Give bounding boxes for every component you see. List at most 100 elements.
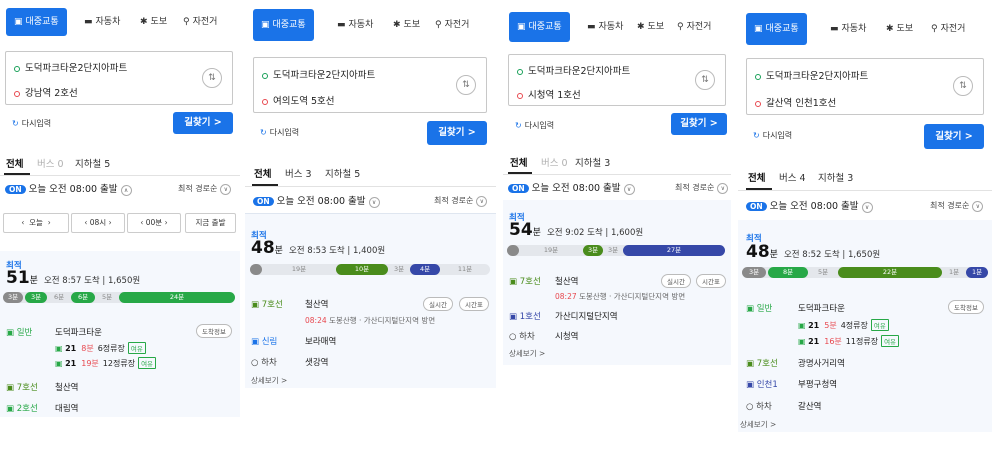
minute-picker[interactable]: ‹ 00분 › — [127, 213, 181, 233]
timetable-button[interactable]: 시간표 — [696, 274, 726, 288]
mode-walk[interactable]: ✱ 도보 — [140, 8, 167, 36]
sort-selector[interactable]: 최적 경로순 ∨ — [434, 195, 488, 207]
detail-link[interactable]: 상세보기 > — [740, 419, 776, 430]
arrival-info-button[interactable]: 도착정보 — [196, 324, 232, 338]
mode-transit[interactable]: ▣ 대중교통 — [746, 13, 807, 45]
sort-selector[interactable]: 최적 경로순 ∨ — [178, 183, 232, 195]
destination-field[interactable]: 여의도역 5호선 — [262, 93, 335, 107]
origin-field[interactable]: 도덕파크타운2단지아파트 — [755, 68, 868, 82]
tab-all[interactable]: 전체 — [510, 155, 527, 169]
route-card[interactable]: 최적 54분 오전 9:02 도착 | 1,600원 19분 3분 3분 27분 … — [503, 200, 731, 365]
time-bar: 19분 10분 3분 4분 11분 — [250, 264, 490, 275]
bus-icon: ▣ — [14, 17, 23, 27]
realtime-button[interactable]: 실시간 — [423, 297, 453, 311]
find-route-button[interactable]: 길찾기 > — [924, 124, 984, 149]
reset-button[interactable]: ↻ 다시입력 — [12, 118, 51, 129]
divider — [245, 186, 496, 187]
route-card[interactable]: 최적 51분 오전 8:57 도착 | 1,650원 3분 3분 6분 6분 5분… — [0, 251, 240, 417]
departure-selector[interactable]: ON 오늘 오전 08:00 출발 ∨ — [253, 193, 380, 208]
swap-icon[interactable]: ⇅ — [953, 76, 973, 96]
leg-subway: ▣ 7호선 — [509, 277, 541, 287]
leg-getoff: ○ 하차 — [746, 402, 772, 412]
bus-arrival: ▣ 21 16분 11정류장 여유 — [798, 335, 900, 347]
leg-subway: ▣ 2호선 — [6, 404, 38, 414]
stop-name: 시청역 — [555, 332, 579, 342]
mode-walk[interactable]: ✱ 도보 — [886, 13, 913, 45]
mode-transit[interactable]: ▣ 대중교통 — [253, 9, 314, 41]
subway-segment: 24분 — [119, 292, 235, 303]
find-route-button[interactable]: 길찾기 > — [671, 113, 727, 135]
stop-name: 광명사거리역 — [798, 359, 845, 369]
timetable-button[interactable]: 시간표 — [459, 297, 489, 311]
origin-field[interactable]: 도덕파크타운2단지아파트 — [262, 67, 375, 81]
departure-selector[interactable]: ON 오늘 오전 08:00 출발 ∨ — [746, 198, 873, 213]
bike-icon: ⚲ — [677, 22, 684, 32]
leg-getoff: ○ 하차 — [509, 332, 535, 342]
find-route-button[interactable]: 길찾기 > — [427, 121, 487, 145]
sort-selector[interactable]: 최적 경로순 ∨ — [930, 200, 984, 212]
swap-icon[interactable]: ⇅ — [456, 75, 476, 95]
reset-button[interactable]: ↻ 다시입력 — [753, 130, 792, 141]
reset-button[interactable]: ↻ 다시입력 — [515, 120, 554, 131]
stop-name: 보라매역 — [305, 337, 337, 347]
find-route-button[interactable]: 길찾기 > — [173, 112, 233, 134]
car-icon: ▬ — [830, 24, 839, 34]
mode-car[interactable]: ▬ 자동차 — [830, 13, 866, 45]
next-icon: › — [164, 218, 168, 227]
swap-icon[interactable]: ⇅ — [695, 70, 715, 90]
destination-field[interactable]: 시청역 1호선 — [517, 87, 581, 101]
mode-bike[interactable]: ⚲ 자전거 — [677, 12, 711, 42]
origin-field[interactable]: 도덕파크타운2단지아파트 — [517, 63, 630, 77]
hour-picker[interactable]: ‹ 08시 › — [71, 213, 125, 233]
destination-field[interactable]: 강남역 2호선 — [14, 85, 78, 99]
tab-bus[interactable]: 버스 3 — [285, 166, 312, 180]
origin-field[interactable]: 도덕파크타운2단지아파트 — [14, 60, 127, 74]
arrival-info-button[interactable]: 도착정보 — [948, 300, 984, 314]
sort-selector[interactable]: 최적 경로순 ∨ — [675, 182, 729, 194]
mode-car[interactable]: ▬ 자동차 — [84, 8, 120, 36]
tab-all[interactable]: 전체 — [6, 156, 23, 170]
day-picker[interactable]: ‹ 오늘 › — [3, 213, 69, 233]
subway-icon: ▣ — [6, 404, 15, 414]
mode-car[interactable]: ▬ 자동차 — [337, 9, 373, 41]
tab-subway[interactable]: 지하철 3 — [575, 155, 610, 169]
mode-car[interactable]: ▬ 자동차 — [587, 12, 623, 42]
route-input-box: 도덕파크타운2단지아파트 여의도역 5호선 ⇅ — [253, 57, 487, 113]
departure-selector[interactable]: ON 오늘 오전 08:00 출발 ∧ — [5, 181, 132, 196]
mode-transit[interactable]: ▣ 대중교통 — [6, 8, 67, 36]
bus-icon: ▣ — [6, 328, 15, 338]
route-card[interactable]: 최적 48분 오전 8:52 도착 | 1,650원 3분 8분 5분 22분 1… — [738, 220, 992, 432]
tab-subway[interactable]: 지하철 5 — [325, 166, 360, 180]
destination-field[interactable]: 갈산역 인천1호선 — [755, 95, 836, 109]
tab-subway[interactable]: 지하철 3 — [818, 170, 853, 184]
detail-link[interactable]: 상세보기 > — [509, 348, 545, 359]
swap-icon[interactable]: ⇅ — [202, 68, 222, 88]
tab-bus[interactable]: 버스 0 — [541, 155, 568, 169]
refresh-icon: ↻ — [753, 131, 760, 140]
subway-icon: ▣ — [6, 383, 15, 393]
tab-subway[interactable]: 지하철 5 — [75, 156, 110, 170]
train-info: 08:24 도봉산행 · 가산디지털단지역 방면 — [305, 316, 436, 325]
tab-bus[interactable]: 버스 0 — [37, 156, 64, 170]
mode-bike[interactable]: ⚲ 자전거 — [435, 9, 469, 41]
realtime-button[interactable]: 실시간 — [661, 274, 691, 288]
mode-bike[interactable]: ⚲ 자전거 — [183, 8, 217, 36]
reset-button[interactable]: ↻ 다시입력 — [260, 127, 299, 138]
circle-icon: ○ — [509, 332, 517, 342]
bus-arrival: ▣ 21 5분 4정류장 여유 — [798, 319, 889, 331]
bus-icon: ▣ — [798, 337, 806, 346]
mode-walk[interactable]: ✱ 도보 — [393, 9, 420, 41]
chevron-down-icon: ∨ — [717, 183, 729, 194]
depart-now-button[interactable]: 지금 출발 — [185, 213, 236, 233]
stop-name: 도덕파크타운 — [798, 304, 845, 314]
tab-all[interactable]: 전체 — [254, 166, 271, 180]
tab-all[interactable]: 전체 — [748, 170, 765, 184]
departure-selector[interactable]: ON 오늘 오전 08:00 출발 ∨ — [508, 180, 635, 195]
tab-bus[interactable]: 버스 4 — [779, 170, 806, 184]
mode-transit[interactable]: ▣ 대중교통 — [509, 12, 570, 42]
route-input-box: 도덕파크타운2단지아파트 시청역 1호선 ⇅ — [508, 54, 726, 106]
route-card[interactable]: 최적 48분 오전 8:53 도착 | 1,400원 19분 10분 3분 4분 … — [245, 213, 496, 388]
mode-walk[interactable]: ✱ 도보 — [637, 12, 664, 42]
mode-bike[interactable]: ⚲ 자전거 — [931, 13, 965, 45]
detail-link[interactable]: 상세보기 > — [251, 375, 287, 386]
